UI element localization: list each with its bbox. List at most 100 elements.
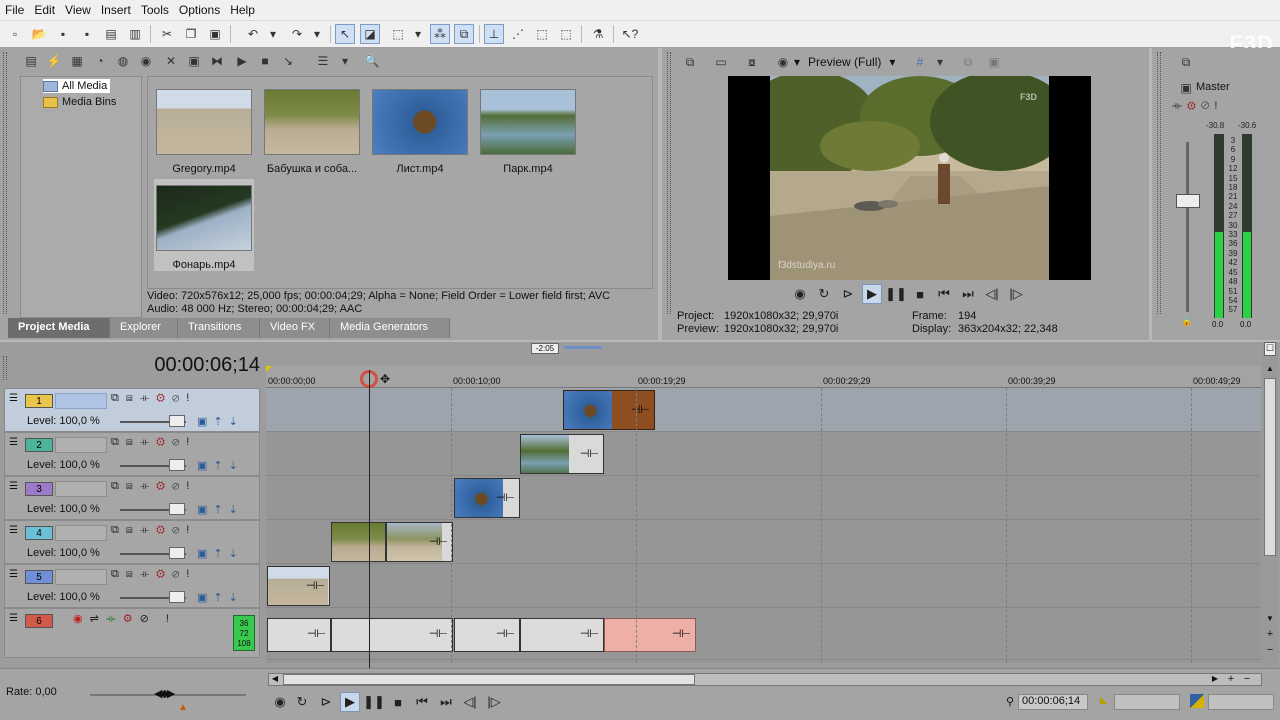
open-project-icon[interactable]: 📂 [29, 24, 49, 44]
mute-icon[interactable]: ⊘ [172, 480, 186, 492]
undo-dropdown-icon[interactable]: ▾ [263, 24, 283, 44]
clip-fx-icon[interactable]: ⊣⊢ [496, 491, 515, 504]
composite-mode-icon[interactable]: ⧈ [126, 436, 140, 448]
make-compositing-child-icon[interactable]: ⇡ [213, 592, 228, 604]
tab-project-media[interactable]: Project Media [8, 318, 110, 338]
track-lane-6[interactable]: ⊣⊢ ⊣⊢ ⊣⊢ ⊣⊢ ⊣⊢ [266, 608, 1261, 660]
preview-panel-grip[interactable] [667, 52, 671, 314]
expand-icon[interactable]: ⧉ [111, 524, 126, 536]
video-clip[interactable]: ⊣⊢ [454, 478, 520, 518]
mute-icon[interactable]: ⊘ [172, 436, 186, 448]
new-project-icon[interactable]: ▫ [5, 24, 25, 44]
previous-frame-icon[interactable]: ◁| [982, 284, 1002, 304]
track-motion-icon[interactable]: ⟛ [140, 392, 156, 404]
next-frame-icon[interactable]: |▷ [484, 692, 504, 712]
go-to-end-icon[interactable]: ⏭ [436, 692, 456, 712]
track-grip-icon[interactable]: ☰ [9, 613, 18, 624]
search-media-icon[interactable]: ◉ [136, 51, 156, 71]
expand-icon[interactable]: ⧉ [111, 436, 126, 448]
envelope-edit-tool-icon[interactable]: ◪ [360, 24, 380, 44]
scroll-left-icon[interactable]: ◀ [269, 674, 281, 685]
track-fx-icon[interactable]: ⚙ [123, 613, 140, 625]
timeline-horizontal-scrollbar[interactable]: ◀ ▶ + − [268, 673, 1262, 686]
vertical-scroll-thumb[interactable] [1264, 378, 1276, 556]
scroll-down-icon[interactable]: ▼ [1264, 614, 1276, 624]
level-slider[interactable] [169, 591, 185, 603]
menu-tools[interactable]: Tools [136, 0, 174, 21]
playhead-cursor[interactable] [369, 370, 370, 670]
audio-clip[interactable]: ⊣⊢ [267, 618, 331, 652]
tool-dropdown-icon[interactable]: ▾ [408, 24, 428, 44]
record-icon[interactable]: ◉ [270, 692, 290, 712]
track-lane-4[interactable]: ⊣⊢ [266, 520, 1261, 564]
play-from-start-icon[interactable]: ⊳ [316, 692, 336, 712]
media-file[interactable]: Парк.mp4 [478, 83, 578, 175]
solo-icon[interactable]: ! [186, 480, 196, 492]
save-as-icon[interactable]: ▪ [77, 24, 97, 44]
input-monitor-icon[interactable]: ⇌ [90, 613, 106, 625]
track-header-4[interactable]: ☰ 4 ⧉⧈⟛⚙⊘! Level: 100,0 % ▣⇡⇣ [4, 520, 260, 564]
menu-edit[interactable]: Edit [29, 0, 60, 21]
loop-region-bar[interactable] [564, 346, 602, 349]
cursor-timecode-field[interactable]: 00:00:06;14 [1018, 694, 1088, 710]
track-fx-icon[interactable]: ⚙ [156, 392, 172, 404]
master-properties-icon[interactable]: ▣ [1176, 78, 1196, 98]
track-fx-icon[interactable]: ⚙ [156, 524, 172, 536]
save-icon[interactable]: ▪ [53, 24, 73, 44]
media-file[interactable]: Лист.mp4 [370, 83, 470, 175]
clip-fx-icon[interactable]: ⊣⊢ [306, 579, 325, 592]
track-grip-icon[interactable]: ☰ [9, 525, 18, 536]
normal-edit-tool-icon[interactable]: ↖ [335, 24, 355, 44]
play-icon[interactable]: ▶ [340, 692, 360, 712]
preview-quality-icon[interactable]: ◉ [773, 52, 793, 72]
make-compositing-child-icon[interactable]: ⇡ [213, 460, 228, 472]
video-clip[interactable]: ⊣⊢ [386, 522, 453, 562]
master-fx-icon[interactable]: ⧉ [1176, 52, 1196, 72]
auto-preview-icon[interactable]: ↘ [278, 51, 298, 71]
search-icon[interactable]: 🔍 [362, 51, 382, 71]
bypass-motion-blur-icon[interactable]: ▣ [197, 460, 213, 472]
next-frame-icon[interactable]: |▷ [1006, 284, 1026, 304]
make-compositing-parent-icon[interactable]: ⇣ [229, 592, 244, 604]
solo-icon[interactable]: ! [166, 613, 176, 625]
preview-quality-select[interactable]: ▾ Preview (Full) ▾ [794, 55, 904, 71]
fx-icon[interactable]: ⚗ [588, 24, 608, 44]
clip-fx-icon[interactable]: ⊣⊢ [429, 535, 448, 548]
tree-item-media-bins[interactable]: Media Bins [43, 95, 116, 109]
tab-video-fx[interactable]: Video FX [260, 318, 330, 338]
track-lane-1[interactable]: ⊣⊢ [266, 388, 1261, 432]
track-fx-icon[interactable]: ⚙ [156, 568, 172, 580]
track-header-6[interactable]: ☰ 6 ◉⇌⟛⚙⊘! 36 72 108 [4, 608, 260, 658]
gear-icon[interactable]: ⚙ [1187, 100, 1201, 112]
track-name-field[interactable] [55, 481, 107, 497]
make-compositing-child-icon[interactable]: ⇡ [213, 504, 228, 516]
scroll-right-icon[interactable]: ▶ [1209, 674, 1221, 685]
track-motion-icon[interactable]: ⟛ [140, 436, 156, 448]
level-slider[interactable] [169, 503, 185, 515]
track-header-2[interactable]: ☰ 2 ⧉⧈⟛⚙⊘! Level: 100,0 % ▣⇡⇣ [4, 432, 260, 476]
expand-icon[interactable]: ⧉ [111, 480, 126, 492]
track-header-1[interactable]: ☰ 1 ⧉⧈⟛⚙⊘! Level: 100,0 % ▣⇡⇣ [4, 388, 260, 432]
track-grip-icon[interactable]: ☰ [9, 437, 18, 448]
redo-dropdown-icon[interactable]: ▾ [307, 24, 327, 44]
loop-playback-icon[interactable]: ↻ [292, 692, 312, 712]
timeline-grip[interactable] [3, 356, 7, 380]
track-grip-icon[interactable]: ☰ [9, 481, 18, 492]
go-to-start-icon[interactable]: ⏮ [934, 284, 954, 304]
lock-icon[interactable]: 🔒 [1181, 316, 1192, 327]
overlays-dropdown-icon[interactable]: ▾ [930, 52, 950, 72]
selection-tool-icon[interactable]: ⬚ [388, 24, 408, 44]
lock-envelopes-icon[interactable]: ⧉ [454, 24, 474, 44]
import-media-icon[interactable]: ▤ [21, 51, 41, 71]
track-header-5[interactable]: ☰ 5 ⧉⧈⟛⚙⊘! Level: 100,0 % ▣⇡⇣ [4, 564, 260, 608]
save-snapshot-icon[interactable]: ▣ [984, 52, 1004, 72]
track-name-field[interactable] [55, 525, 107, 541]
make-compositing-child-icon[interactable]: ⇡ [213, 416, 228, 428]
selection-start-field[interactable] [1114, 694, 1180, 710]
clip-fx-icon[interactable]: ⊣⊢ [580, 447, 599, 460]
menu-insert[interactable]: Insert [96, 0, 136, 21]
track-lane-2[interactable]: ⊣⊢ [266, 432, 1261, 476]
track-motion-icon[interactable]: ⟛ [140, 524, 156, 536]
auto-crossfade-icon[interactable]: ⋰ [508, 24, 528, 44]
track-header-3[interactable]: ☰ 3 ⧉⧈⟛⚙⊘! Level: 100,0 % ▣⇡⇣ [4, 476, 260, 520]
